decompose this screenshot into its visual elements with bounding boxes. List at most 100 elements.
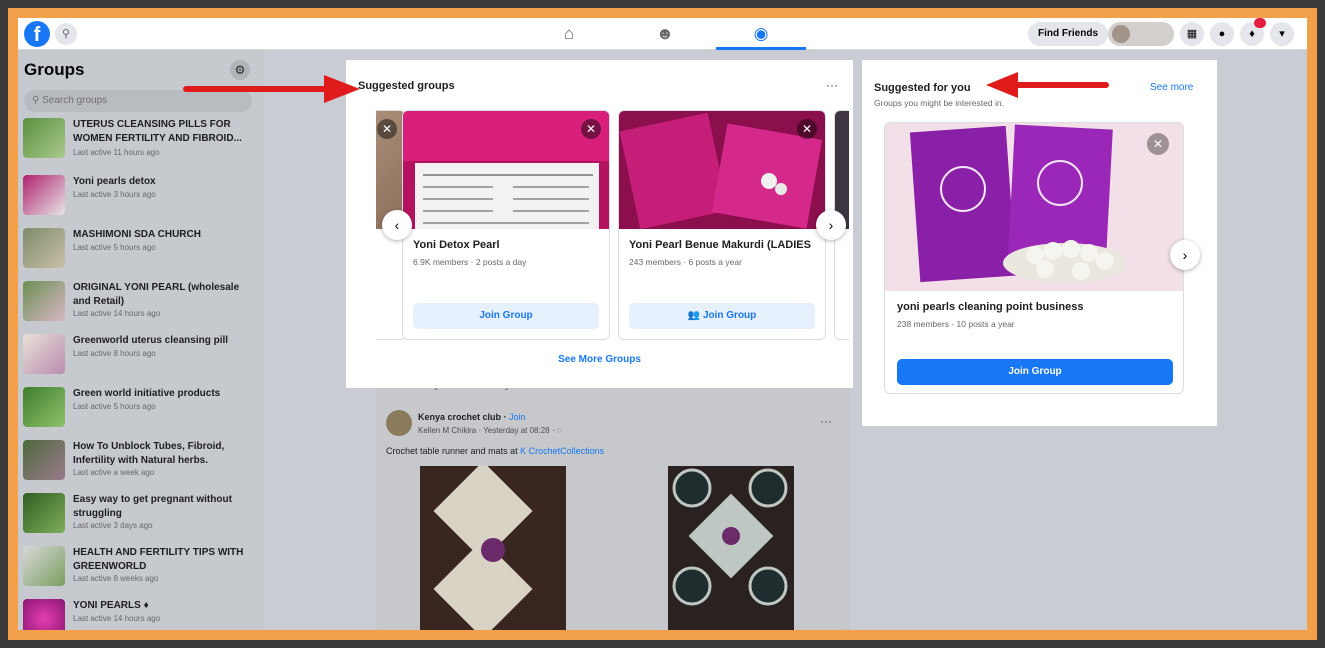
list-item[interactable]: ORIGINAL YONI PEARL (wholesale and Retai… (23, 277, 259, 330)
group-name: Greenworld uterus cleansing pill (73, 335, 229, 346)
news-feed: ● Based on your recent activity Kenya cr… (376, 370, 850, 630)
suggested-groups-panel: Suggested groups ··· ✕ ✕ Yoni Detox Pear… (346, 60, 853, 388)
post-image[interactable] (420, 461, 566, 630)
group-card-name[interactable]: Yoni Detox Pearl (413, 239, 603, 251)
group-meta: Last active 14 hours ago (73, 309, 161, 318)
search-icon[interactable]: ⚲ (55, 23, 77, 45)
group-thumbnail (23, 599, 65, 630)
screenshot-frame: f ⚲ ⌂ ☻ ◉ Find Friends ▦ ● ♦ ▾ Groups ⚙ … (8, 8, 1317, 640)
yoni-pearls-packs-image (619, 111, 825, 230)
groups-icon[interactable]: ◉ (716, 22, 806, 50)
suggested-groups-title: Suggested groups (358, 80, 455, 92)
list-item[interactable]: Green world initiative products Last acti… (23, 383, 259, 436)
more-options-icon[interactable]: ··· (826, 78, 838, 92)
group-card-name[interactable]: yoni pearls cleaning point business (897, 301, 1083, 313)
group-meta: Last active 14 hours ago (73, 614, 161, 623)
see-more-groups-link[interactable]: See More Groups (346, 354, 853, 365)
feed-post: ● Based on your recent activity Kenya cr… (376, 370, 850, 630)
avatar (1112, 25, 1130, 43)
friends-icon[interactable]: ☻ (620, 22, 710, 50)
group-meta: Last active a week ago (73, 468, 155, 477)
group-card[interactable]: ✕ Yoni Pearl Benue Makurdi (LADIES 243 m… (618, 110, 826, 340)
group-list: UTERUS CLEANSING PILLS FOR WOMEN FERTILI… (23, 118, 259, 630)
group-thumbnail (23, 334, 65, 374)
yoni-pearls-product-image (403, 111, 609, 229)
group-thumbnail (23, 387, 65, 427)
chevron-down-icon[interactable]: ▾ (1270, 22, 1294, 46)
list-item[interactable]: YONI PEARLS ♦ Last active 14 hours ago (23, 595, 259, 630)
group-thumbnail (23, 281, 65, 321)
group-card-name[interactable]: Yoni Pearl Benue Makurdi (LADIES (629, 239, 819, 251)
post-author-line: Kellen M Chikira · Yesterday at 08:28 · … (418, 426, 562, 435)
search-placeholder: Search groups (42, 95, 108, 106)
groups-sidebar: Groups ⚙ ⚲ Search groups UTERUS CLEANSIN… (18, 50, 264, 630)
join-group-button[interactable]: 👥 Join Group (629, 303, 815, 329)
group-meta: Last active 3 days ago (73, 521, 153, 530)
group-card-image (885, 123, 1183, 291)
find-friends-button[interactable]: Find Friends (1028, 22, 1108, 46)
post-image[interactable] (668, 466, 794, 630)
group-name: HEALTH AND FERTILITY TIPS WITH GREENWORL… (73, 547, 244, 572)
group-card-meta: 243 members · 6 posts a year (629, 257, 742, 267)
close-icon[interactable]: ✕ (581, 119, 601, 139)
menu-grid-icon[interactable]: ▦ (1180, 22, 1204, 46)
group-name: Yoni pearls detox (73, 176, 156, 187)
list-item[interactable]: MASHIMONI SDA CHURCH Last active 5 hours … (23, 224, 259, 277)
close-icon[interactable]: ✕ (797, 119, 817, 139)
group-thumbnail (23, 175, 65, 215)
list-item[interactable]: Greenworld uterus cleansing pill Last act… (23, 330, 259, 383)
more-options-icon[interactable]: ··· (820, 414, 832, 428)
group-card[interactable]: ✕ yoni pearls cleaning point business 23… (884, 122, 1184, 394)
close-icon[interactable]: ✕ (377, 119, 397, 139)
close-icon[interactable]: ✕ (1147, 133, 1169, 155)
group-thumbnail (23, 493, 65, 533)
facebook-logo-icon[interactable]: f (24, 21, 50, 47)
group-thumbnail (23, 228, 65, 268)
browser-viewport: f ⚲ ⌂ ☻ ◉ Find Friends ▦ ● ♦ ▾ Groups ⚙ … (18, 18, 1307, 630)
group-card[interactable]: ✕ Yoni Detox Pearl 6.9K members · 2 post… (402, 110, 610, 340)
group-name: YONI PEARLS ♦ (73, 600, 149, 611)
list-item[interactable]: Yoni pearls detox Last active 3 hours ago (23, 171, 259, 224)
carousel-prev-button[interactable]: ‹ (382, 210, 412, 240)
list-item[interactable]: HEALTH AND FERTILITY TIPS WITH GREENWORL… (23, 542, 259, 595)
messenger-icon[interactable]: ● (1210, 22, 1234, 46)
annotation-arrow-icon (183, 75, 360, 103)
home-icon[interactable]: ⌂ (524, 22, 614, 50)
group-card-meta: 6.9K members · 2 posts a day (413, 257, 527, 267)
join-group-button[interactable]: Join Group (413, 303, 599, 329)
group-name: MASHIMONI SDA CHURCH (73, 229, 201, 240)
avatar[interactable] (386, 410, 412, 436)
group-meta: Last active 3 hours ago (73, 190, 156, 199)
post-text-link[interactable]: K CrochetCollections (520, 446, 604, 456)
group-card-image (619, 111, 825, 230)
group-meta: Last active 8 hours ago (73, 349, 156, 358)
list-item[interactable]: Easy way to get pregnant without struggl… (23, 489, 259, 542)
group-meta: Last active 5 hours ago (73, 243, 156, 252)
post-group-name[interactable]: Kenya crochet club (418, 412, 501, 422)
group-thumbnail (23, 118, 65, 158)
carousel-next-button[interactable]: › (816, 210, 846, 240)
group-meta: Last active 11 hours ago (73, 148, 160, 157)
list-item[interactable]: How To Unblock Tubes, Fibroid, Infertili… (23, 436, 259, 489)
notification-badge (1254, 18, 1266, 28)
carousel-next-button[interactable]: › (1170, 240, 1200, 270)
suggested-groups-carousel: ✕ ✕ Yoni Detox Pearl 6.9K members · 2 po… (376, 110, 849, 342)
group-name: ORIGINAL YONI PEARL (wholesale and Retai… (73, 282, 240, 307)
list-item[interactable]: UTERUS CLEANSING PILLS FOR WOMEN FERTILI… (23, 118, 259, 171)
group-meta: Last active 5 hours ago (73, 402, 156, 411)
post-text-body: Crochet table runner and mats at (386, 446, 521, 456)
group-name: How To Unblock Tubes, Fibroid, Infertili… (73, 441, 225, 466)
group-card-meta: 238 members · 10 posts a year (897, 319, 1015, 329)
group-thumbnail (23, 440, 65, 480)
group-name: Easy way to get pregnant without struggl… (73, 494, 232, 519)
see-more-link[interactable]: See more (1150, 82, 1193, 93)
clean-point-product-image (885, 123, 1183, 291)
group-card-image (403, 111, 609, 229)
suggested-for-you-panel: Suggested for you Groups you might be in… (862, 60, 1217, 426)
post-join-link[interactable]: Join (509, 412, 526, 422)
post-text: Crochet table runner and mats at K Croch… (386, 446, 604, 456)
profile-avatar[interactable] (1108, 22, 1174, 46)
crochet-image (420, 461, 566, 630)
join-group-button[interactable]: Join Group (897, 359, 1173, 385)
bell-icon[interactable]: ♦ (1240, 18, 1266, 46)
